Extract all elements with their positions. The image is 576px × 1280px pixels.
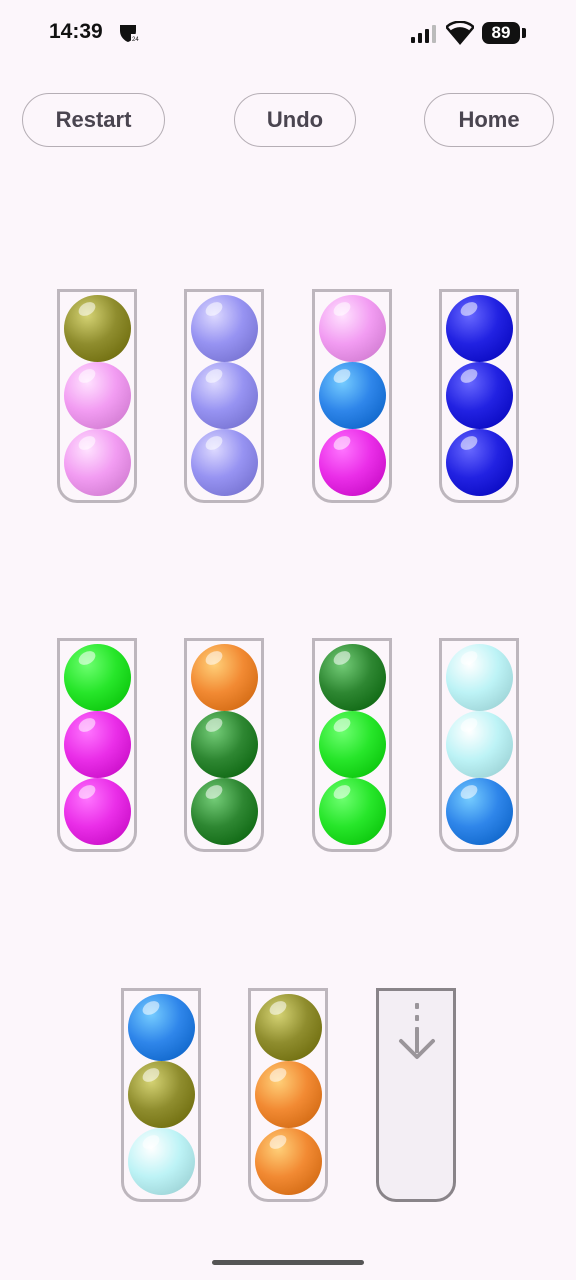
ball-pink (319, 295, 386, 362)
ball-olive (128, 1061, 195, 1128)
restart-button[interactable]: Restart (22, 93, 165, 147)
battery-tip (522, 28, 526, 38)
ball-blue (128, 994, 195, 1061)
undo-button[interactable]: Undo (234, 93, 356, 147)
ball-green (319, 778, 386, 845)
ball-darkgreen (191, 778, 258, 845)
ball-blue (319, 362, 386, 429)
ball-orange (255, 1128, 322, 1195)
ball-lightcyan (128, 1128, 195, 1195)
ball-blue (446, 778, 513, 845)
ball-navy (446, 295, 513, 362)
ball-olive (255, 994, 322, 1061)
ball-darkgreen (319, 644, 386, 711)
ball-navy (446, 429, 513, 496)
status-time: 14:39 (49, 20, 103, 43)
ball-lightcyan (446, 711, 513, 778)
home-button[interactable]: Home (424, 93, 554, 147)
ball-magenta (64, 778, 131, 845)
ball-navy (446, 362, 513, 429)
ball-magenta (319, 429, 386, 496)
shield-notification-icon: 24 (120, 25, 139, 43)
ball-olive (64, 295, 131, 362)
ball-pink (64, 362, 131, 429)
tube[interactable] (439, 638, 519, 852)
tube[interactable] (248, 988, 328, 1202)
tube[interactable] (57, 638, 137, 852)
ball-orange (191, 644, 258, 711)
ball-lavender (191, 429, 258, 496)
tube[interactable] (184, 289, 264, 503)
ball-lightcyan (446, 644, 513, 711)
ball-pink (64, 429, 131, 496)
tube[interactable] (184, 638, 264, 852)
ball-green (319, 711, 386, 778)
tube[interactable] (312, 638, 392, 852)
tube[interactable] (439, 289, 519, 503)
svg-text:24: 24 (132, 37, 139, 43)
battery-indicator: 89 (482, 22, 520, 44)
tube[interactable] (57, 289, 137, 503)
ball-orange (255, 1061, 322, 1128)
empty-tube[interactable] (376, 988, 456, 1202)
ball-green (64, 644, 131, 711)
wifi-icon (446, 21, 474, 45)
ball-magenta (64, 711, 131, 778)
ball-lavender (191, 362, 258, 429)
ball-lavender (191, 295, 258, 362)
game-screen: 14:39 24 89 Restart Undo Home (0, 0, 576, 1280)
tube[interactable] (312, 289, 392, 503)
ball-darkgreen (191, 711, 258, 778)
arrow-down-icon (399, 1003, 435, 1059)
tube[interactable] (121, 988, 201, 1202)
home-indicator[interactable] (212, 1260, 364, 1265)
cellular-signal-icon (411, 25, 436, 43)
